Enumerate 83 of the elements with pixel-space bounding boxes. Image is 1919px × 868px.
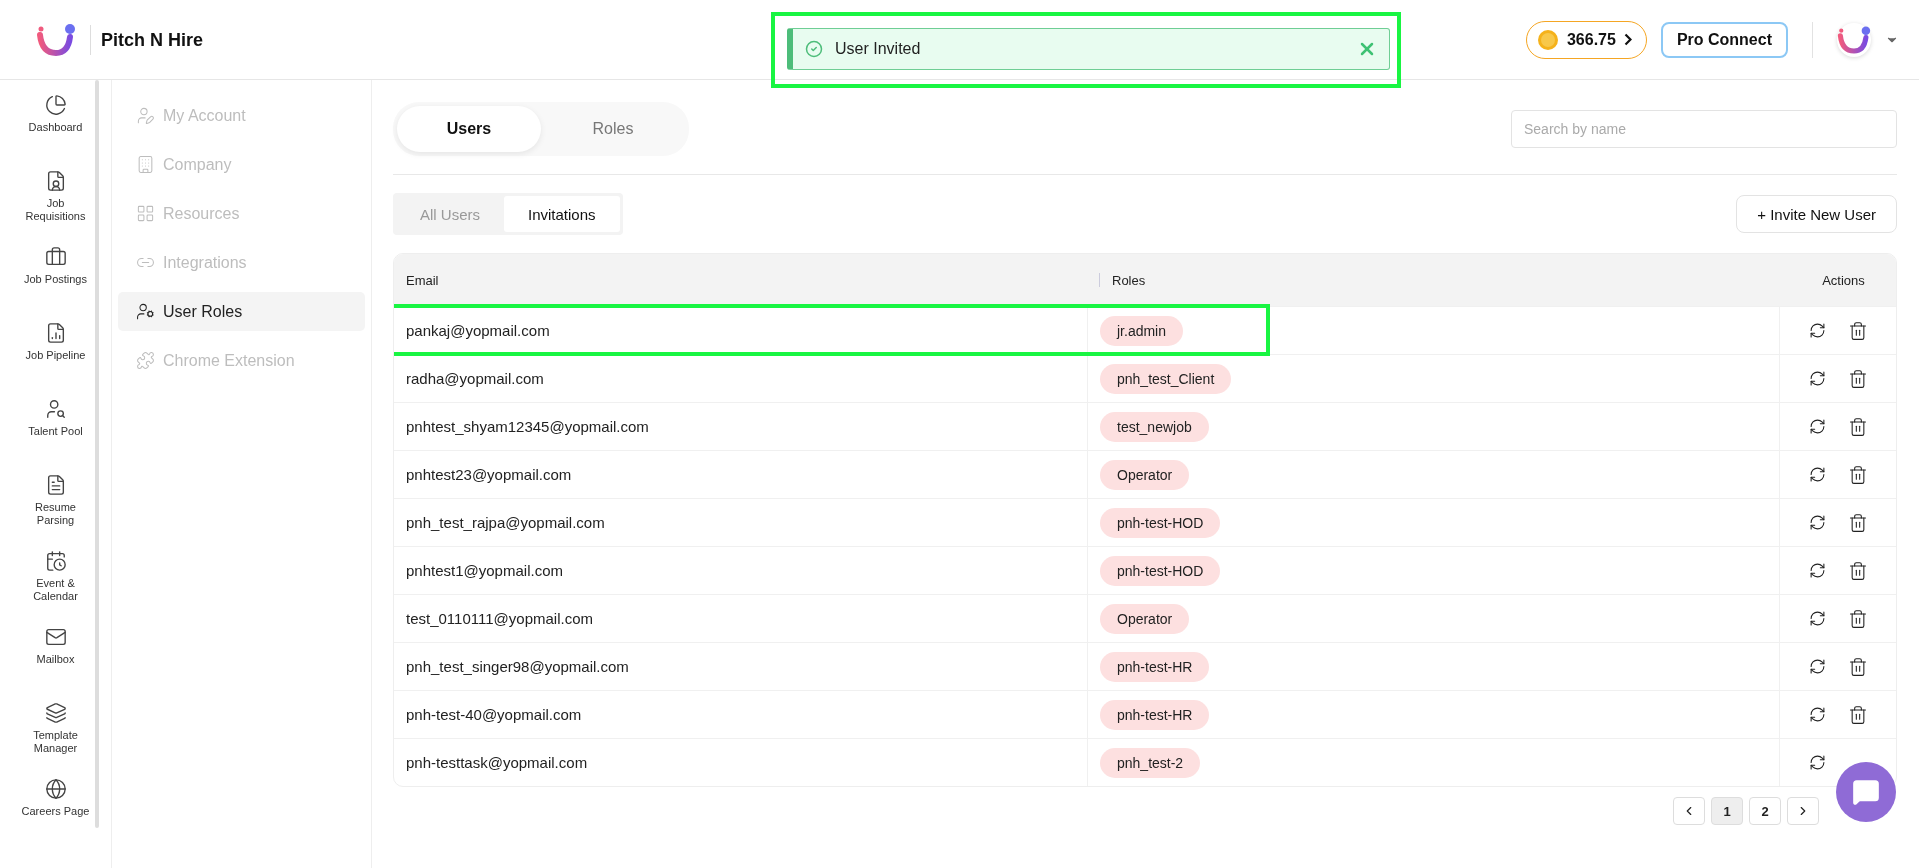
menu-icon <box>136 351 155 370</box>
nav-item[interactable]: Mailbox <box>17 626 94 698</box>
nav-item[interactable]: Event & Calendar <box>17 550 94 622</box>
resend-icon[interactable] <box>1808 562 1826 579</box>
delete-icon[interactable] <box>1847 608 1868 629</box>
email-cell: test_0110111@yopmail.com <box>394 594 1087 642</box>
role-tag: jr.admin <box>1100 315 1184 346</box>
role-tag: pnh_test_Client <box>1100 363 1232 394</box>
resend-icon[interactable] <box>1808 706 1826 723</box>
tab[interactable]: Users <box>397 106 541 152</box>
email-cell: pnh-testtask@yopmail.com <box>394 738 1087 786</box>
email-cell: radha@yopmail.com <box>394 354 1087 402</box>
menu-icon <box>136 155 155 174</box>
nav-item[interactable]: Careers Page <box>17 778 94 850</box>
menu-icon <box>136 204 155 223</box>
pro-connect-button[interactable]: Pro Connect <box>1660 21 1788 58</box>
resend-icon[interactable] <box>1808 754 1826 771</box>
resend-icon[interactable] <box>1808 610 1826 627</box>
nav-item[interactable]: Template Manager <box>17 702 94 774</box>
delete-icon[interactable] <box>1847 704 1868 725</box>
nav-icon <box>44 550 67 572</box>
role-tag: Operator <box>1100 603 1190 634</box>
email-cell: pnh_test_singer98@yopmail.com <box>394 642 1087 690</box>
nav-icon <box>44 702 67 724</box>
role-tag: pnh-test-HR <box>1100 699 1210 730</box>
delete-icon[interactable] <box>1847 512 1868 533</box>
nav-icon <box>44 778 67 800</box>
avatar[interactable] <box>1837 22 1871 57</box>
nav-item[interactable]: Talent Pool <box>17 398 94 470</box>
delete-icon[interactable] <box>1847 464 1868 485</box>
role-tag: test_newjob <box>1100 411 1209 442</box>
page-button[interactable]: 1 <box>1711 797 1743 825</box>
brand-name: Pitch N Hire <box>90 24 204 55</box>
delete-icon[interactable] <box>1847 560 1868 581</box>
email-cell: pnh_test_rajpa@yopmail.com <box>394 498 1087 546</box>
role-tag: pnh_test-2 <box>1100 747 1201 778</box>
settings-menu-item[interactable]: User Roles <box>118 292 365 331</box>
page-button[interactable]: 2 <box>1749 797 1781 825</box>
subtab[interactable]: Invitations <box>504 196 620 232</box>
nav-item[interactable]: Resume Parsing <box>17 474 94 546</box>
nav-item[interactable]: Job Postings <box>17 246 94 318</box>
menu-icon <box>136 106 155 125</box>
delete-icon[interactable] <box>1847 320 1868 341</box>
tab[interactable]: Roles <box>541 106 685 152</box>
resend-icon[interactable] <box>1808 370 1826 387</box>
column-header: Email <box>406 272 439 288</box>
role-tag: pnh-test-HOD <box>1100 507 1221 538</box>
nav-item[interactable]: Dashboard <box>17 94 94 166</box>
nav-icon <box>44 626 67 648</box>
delete-icon[interactable] <box>1847 656 1868 677</box>
resend-icon[interactable] <box>1808 322 1826 339</box>
column-header: Actions <box>1822 272 1865 288</box>
chat-button[interactable] <box>1836 762 1896 822</box>
credits-button[interactable]: 366.75 <box>1525 20 1647 59</box>
resend-icon[interactable] <box>1808 514 1826 531</box>
email-cell: pnhtest_shyam12345@yopmail.com <box>394 402 1087 450</box>
email-cell: pnhtest23@yopmail.com <box>394 450 1087 498</box>
delete-icon[interactable] <box>1847 368 1868 389</box>
delete-icon[interactable] <box>1847 416 1868 437</box>
nav-item[interactable]: Job Pipeline <box>17 322 94 394</box>
invite-button[interactable]: + Invite New User <box>1736 195 1897 233</box>
nav-icon <box>44 246 67 268</box>
email-cell: pnh-test-40@yopmail.com <box>394 690 1087 738</box>
role-tag: Operator <box>1100 459 1190 490</box>
role-tag: pnh-test-HOD <box>1100 555 1221 586</box>
check-circle-icon <box>805 40 823 58</box>
logo-icon <box>36 22 76 57</box>
column-header: Roles <box>1112 272 1146 288</box>
resend-icon[interactable] <box>1808 418 1826 435</box>
chat-icon <box>1852 778 1880 806</box>
nav-icon <box>44 94 67 116</box>
nav-item[interactable]: Job Requisitions <box>17 170 94 242</box>
coin-icon <box>1536 28 1559 51</box>
email-cell: pankaj@yopmail.com <box>394 306 1087 354</box>
search-field[interactable]: Search by name <box>1511 110 1897 148</box>
menu-icon <box>136 302 155 321</box>
chevron-right-icon <box>1623 33 1632 46</box>
resend-icon[interactable] <box>1808 466 1826 483</box>
role-tag: pnh-test-HR <box>1100 651 1210 682</box>
toast-message: User Invited <box>835 40 921 58</box>
email-cell: pnhtest1@yopmail.com <box>394 546 1087 594</box>
nav-icon <box>44 398 67 420</box>
resend-icon[interactable] <box>1808 658 1826 675</box>
